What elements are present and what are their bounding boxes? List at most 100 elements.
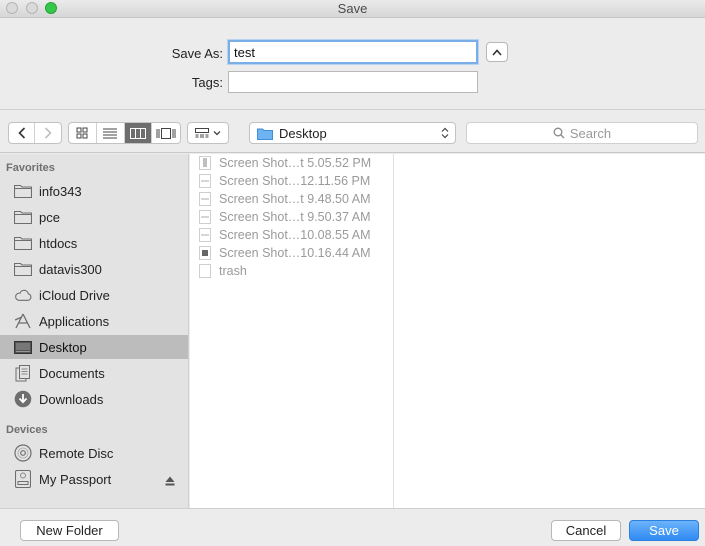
arrange-icon bbox=[195, 128, 209, 138]
list-item[interactable]: Screen Shot…10.16.44 AM bbox=[190, 244, 394, 262]
search-field[interactable]: Search bbox=[466, 122, 698, 144]
folder-icon bbox=[14, 208, 32, 226]
history-buttons bbox=[8, 122, 62, 144]
disc-icon bbox=[14, 444, 32, 462]
file-name: Screen Shot…t 5.05.52 PM bbox=[219, 156, 372, 170]
forward-button[interactable] bbox=[35, 123, 61, 143]
file-name: trash bbox=[219, 264, 247, 278]
tags-input[interactable] bbox=[228, 71, 478, 93]
list-item[interactable]: trash bbox=[190, 262, 394, 280]
empty-column bbox=[395, 154, 705, 508]
sidebar-item-documents[interactable]: Documents bbox=[0, 361, 188, 385]
file-name: Screen Shot…t 9.48.50 AM bbox=[219, 192, 371, 206]
list-item[interactable]: Screen Shot…t 9.48.50 AM bbox=[190, 190, 394, 208]
image-file-icon bbox=[199, 192, 211, 206]
search-icon bbox=[553, 127, 565, 139]
image-file-icon bbox=[199, 174, 211, 188]
chevron-up-icon bbox=[492, 48, 502, 56]
cover-flow-view-button[interactable] bbox=[152, 123, 180, 143]
drive-icon bbox=[14, 470, 32, 488]
image-file-icon bbox=[199, 210, 211, 224]
file-name: Screen Shot…t 9.50.37 AM bbox=[219, 210, 371, 224]
list-icon bbox=[103, 128, 118, 138]
chevron-left-icon bbox=[17, 127, 25, 139]
cloud-icon bbox=[14, 286, 32, 304]
folder-icon bbox=[14, 260, 32, 278]
document-file-icon bbox=[199, 264, 211, 278]
sidebar-item-remote-disc[interactable]: Remote Disc bbox=[0, 441, 188, 465]
sidebar-item-my-passport[interactable]: My Passport bbox=[0, 467, 188, 491]
back-button[interactable] bbox=[9, 123, 35, 143]
eject-button[interactable] bbox=[165, 474, 175, 489]
sidebar-item-info343[interactable]: info343 bbox=[0, 179, 188, 203]
chevron-right-icon bbox=[44, 127, 52, 139]
icon-view-button[interactable] bbox=[69, 123, 97, 143]
downloads-icon bbox=[14, 390, 32, 408]
sidebar-item-label: Remote Disc bbox=[39, 445, 114, 461]
save-as-input[interactable] bbox=[228, 40, 478, 64]
save-form: Save As: Tags: bbox=[0, 19, 705, 108]
dialog-footer: New Folder Cancel Save bbox=[0, 508, 705, 546]
list-item[interactable]: Screen Shot…10.08.55 AM bbox=[190, 226, 394, 244]
folder-icon bbox=[14, 234, 32, 252]
cover-flow-icon bbox=[156, 127, 176, 139]
sidebar-item-htdocs[interactable]: htdocs bbox=[0, 231, 188, 255]
save-as-label: Save As: bbox=[171, 46, 223, 61]
list-item[interactable]: Screen Shot…t 5.05.52 PM bbox=[190, 154, 394, 172]
file-browser: Screen Shot…t 5.05.52 PM Screen Shot…12.… bbox=[190, 154, 705, 508]
sidebar-item-pce[interactable]: pce bbox=[0, 205, 188, 229]
folder-icon bbox=[14, 182, 32, 200]
updown-chevron-icon bbox=[441, 127, 449, 139]
sidebar-item-label: iCloud Drive bbox=[39, 287, 110, 303]
list-item[interactable]: Screen Shot…12.11.56 PM bbox=[190, 172, 394, 190]
applications-icon bbox=[14, 312, 32, 330]
column-view-button[interactable] bbox=[124, 123, 153, 143]
favorites-header: Favorites bbox=[6, 162, 55, 174]
arrange-menu-button[interactable] bbox=[187, 122, 229, 144]
sidebar-item-label: Downloads bbox=[39, 391, 104, 407]
sidebar-item-label: Applications bbox=[39, 313, 110, 329]
search-placeholder: Search bbox=[569, 125, 612, 141]
file-name: Screen Shot…10.16.44 AM bbox=[219, 246, 371, 260]
devices-header: Devices bbox=[6, 424, 48, 436]
eject-icon bbox=[165, 476, 175, 486]
list-view-button[interactable] bbox=[97, 123, 125, 143]
list-item[interactable]: Screen Shot…t 9.50.37 AM bbox=[190, 208, 394, 226]
cancel-button[interactable]: Cancel bbox=[551, 520, 621, 541]
view-mode-buttons bbox=[68, 122, 181, 144]
sidebar-item-desktop[interactable]: Desktop bbox=[0, 335, 188, 359]
documents-icon bbox=[14, 364, 32, 382]
sidebar-item-datavis300[interactable]: datavis300 bbox=[0, 257, 188, 281]
sidebar-item-label: Documents bbox=[39, 365, 105, 381]
location-label: Desktop bbox=[279, 125, 327, 141]
sidebar-item-label: Desktop bbox=[39, 339, 87, 355]
sidebar-item-downloads[interactable]: Downloads bbox=[0, 387, 188, 411]
sidebar-item-label: datavis300 bbox=[39, 261, 102, 277]
file-name: Screen Shot…12.11.56 PM bbox=[219, 174, 371, 188]
title-bar: Save bbox=[0, 0, 705, 18]
sidebar-item-label: pce bbox=[39, 209, 60, 225]
sidebar-item-label: htdocs bbox=[39, 235, 78, 251]
sidebar: Favorites info343 pce htdocs datavis300 … bbox=[0, 154, 189, 508]
chevron-down-icon bbox=[213, 131, 221, 136]
image-file-icon bbox=[199, 246, 211, 260]
location-popup[interactable]: Desktop bbox=[249, 122, 456, 144]
toolbar: Desktop Search bbox=[0, 109, 705, 153]
sidebar-item-label: info343 bbox=[39, 183, 82, 199]
tags-label: Tags: bbox=[191, 75, 223, 90]
folder-icon bbox=[257, 128, 273, 140]
save-button[interactable]: Save bbox=[629, 520, 699, 541]
image-file-icon bbox=[199, 156, 211, 170]
file-name: Screen Shot…10.08.55 AM bbox=[219, 228, 371, 242]
window-title: Save bbox=[337, 1, 368, 16]
grid-icon bbox=[76, 127, 88, 139]
sidebar-item-applications[interactable]: Applications bbox=[0, 309, 188, 333]
sidebar-item-icloud-drive[interactable]: iCloud Drive bbox=[0, 283, 188, 307]
expand-dialog-button[interactable] bbox=[486, 42, 508, 62]
sidebar-item-label: My Passport bbox=[39, 471, 112, 487]
desktop-icon bbox=[14, 338, 32, 356]
file-column: Screen Shot…t 5.05.52 PM Screen Shot…12.… bbox=[190, 154, 394, 508]
columns-icon bbox=[129, 127, 146, 139]
new-folder-button[interactable]: New Folder bbox=[20, 520, 119, 541]
image-file-icon bbox=[199, 228, 211, 242]
